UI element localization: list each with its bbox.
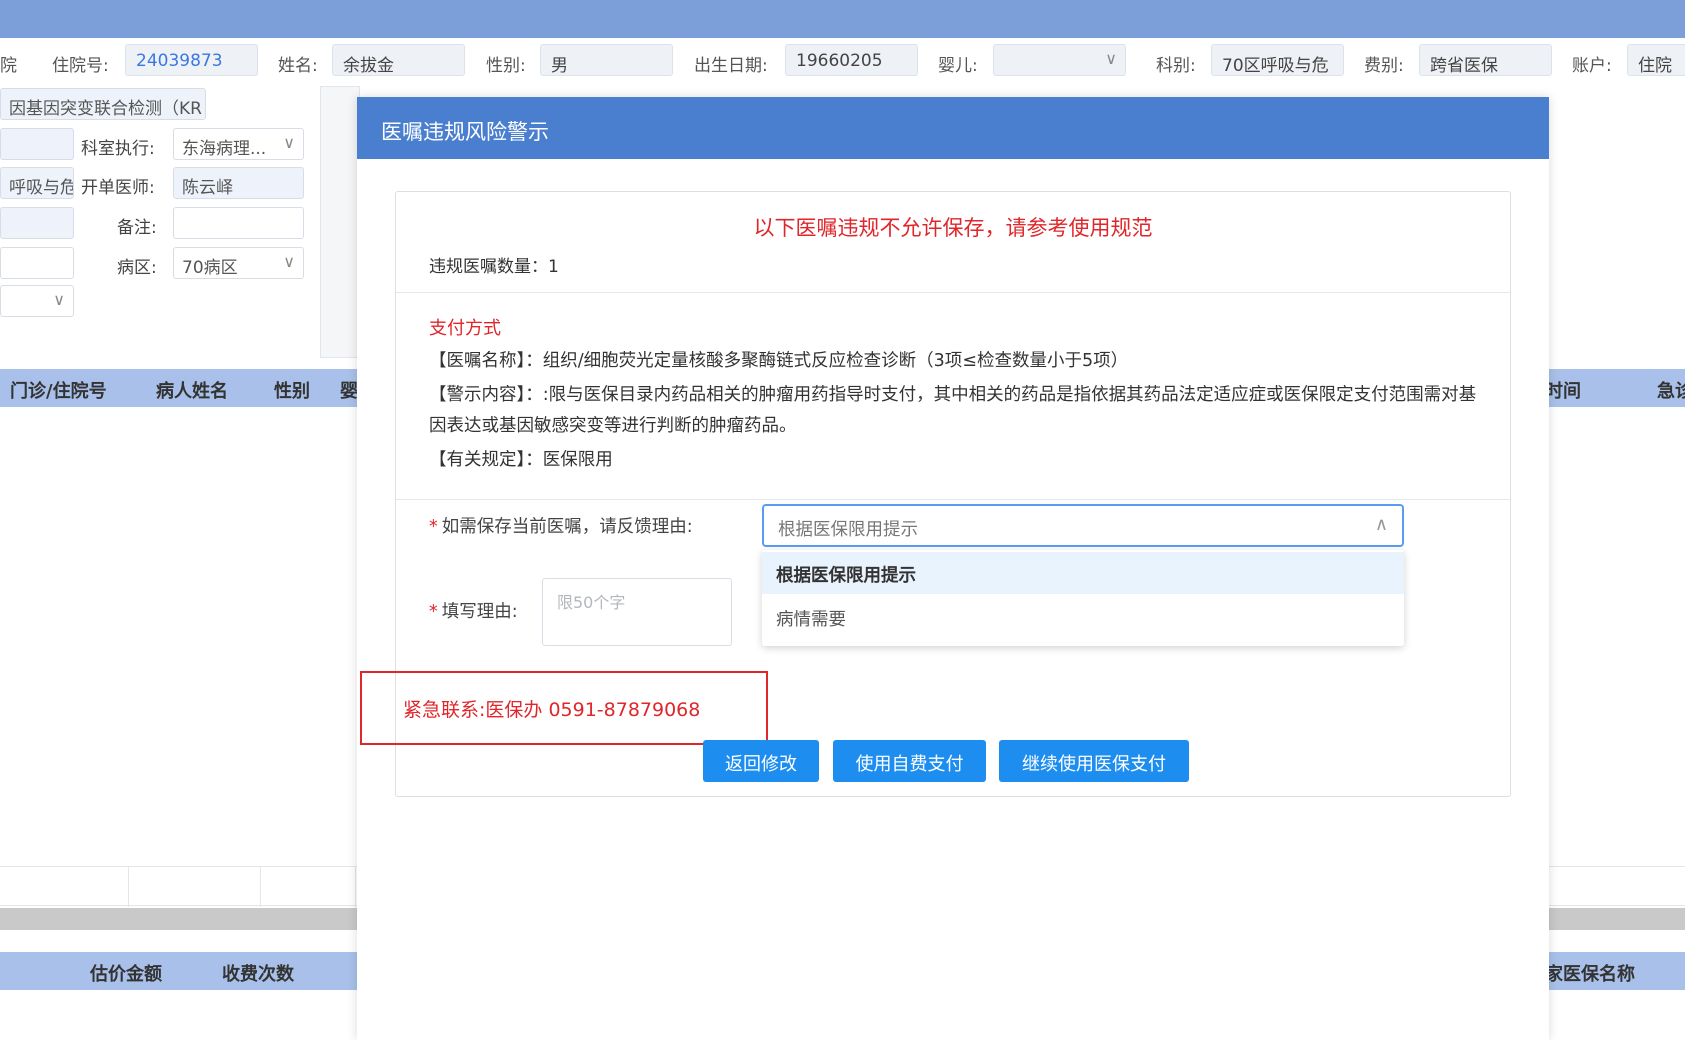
exec-label: 科室执行: — [81, 139, 155, 159]
count-value: 1 — [548, 257, 559, 277]
divider — [396, 292, 1510, 293]
test-name-field[interactable]: 因基因突变联合检测（KR — [0, 88, 206, 120]
remark-label: 备注: — [117, 218, 157, 238]
gender-field[interactable]: 男 — [540, 44, 673, 76]
reason-placeholder: 限50个字 — [557, 593, 626, 612]
col-emergency[interactable]: 急诊 — [1657, 377, 1685, 403]
option-insurance-hint[interactable]: 根据医保限用提示 — [762, 552, 1404, 594]
rule-label: 【有关规定】： — [429, 450, 543, 470]
reason-text-label: * 填写理由: — [429, 602, 518, 622]
exec-select[interactable]: 东海病理... ∨ — [173, 128, 304, 160]
option-condition-needed[interactable]: 病情需要 — [762, 596, 1404, 638]
blank-field-1[interactable] — [0, 128, 74, 160]
col-admission[interactable]: 门诊/住院号 — [10, 377, 107, 403]
chevron-down-icon: ∨ — [283, 252, 295, 271]
order-name-label: 【医嘱名称】： — [429, 351, 543, 371]
gender-label: 性别: — [486, 56, 526, 76]
divider — [396, 499, 1510, 500]
dept-field[interactable]: 70区呼吸与危 — [1211, 44, 1344, 76]
blank-field-2[interactable] — [0, 207, 74, 239]
count-label: 违规医嘱数量： — [429, 257, 548, 277]
reason-select[interactable]: 根据医保限用提示 ∧ — [762, 504, 1404, 547]
name-field[interactable]: 余拔金 — [332, 44, 465, 76]
rule-line: 【有关规定】：医保限用 — [429, 445, 1489, 476]
continue-insurance-button[interactable]: 继续使用医保支付 — [999, 740, 1189, 782]
dept-fragment: 院 — [0, 56, 17, 76]
name-label: 姓名: — [278, 56, 318, 76]
fee-field[interactable]: 跨省医保 — [1419, 44, 1552, 76]
admission-label: 住院号: — [52, 56, 109, 76]
required-mark: * — [429, 517, 438, 537]
col-insurance-name[interactable]: 家医保名称 — [1545, 960, 1635, 986]
exec-value: 东海病理... — [182, 139, 267, 159]
risk-warning-dialog: 医嘱违规风险警示 以下医嘱违规不允许保存，请参考使用规范 违规医嘱数量：1 支付… — [357, 97, 1549, 1040]
ward-select[interactable]: 70病区 ∨ — [173, 247, 304, 279]
order-name-line: 【医嘱名称】：组织/细胞荧光定量核酸多聚酶链式反应检查诊断（3项≤检查数量小于5… — [429, 346, 1489, 377]
admission-no-field[interactable]: 24039873 — [125, 44, 258, 76]
doctor-field[interactable]: 陈云峄 — [173, 167, 304, 199]
chevron-down-icon: ∨ — [283, 133, 295, 152]
dialog-title: 医嘱违规风险警示 — [381, 120, 549, 144]
dialog-header: 医嘱违规风险警示 — [357, 97, 1549, 159]
self-pay-button[interactable]: 使用自费支付 — [833, 740, 986, 782]
col-estimated-amount[interactable]: 估价金额 — [90, 960, 162, 986]
infant-label: 婴儿: — [938, 56, 978, 76]
chevron-down-icon: ∨ — [53, 290, 65, 309]
chevron-down-icon: ∨ — [1105, 49, 1117, 68]
blank-select[interactable]: ∨ — [0, 285, 74, 317]
order-name: 组织/细胞荧光定量核酸多聚酶链式反应检查诊断（3项≤检查数量小于5项） — [542, 351, 1129, 371]
col-patient-name[interactable]: 病人姓名 — [156, 377, 228, 403]
col-infant[interactable]: 婴 — [340, 377, 358, 403]
dept-fragment-field[interactable]: 呼吸与危 — [0, 167, 74, 199]
birth-field[interactable]: 19660205 — [785, 44, 918, 76]
ward-value: 70病区 — [182, 258, 238, 278]
dept-label: 科别: — [1156, 56, 1196, 76]
required-mark: * — [429, 602, 438, 622]
reason-textarea[interactable]: 限50个字 — [542, 578, 732, 646]
col-charge-count[interactable]: 收费次数 — [222, 960, 294, 986]
chevron-up-icon: ∧ — [1374, 514, 1388, 535]
reason-select-value: 根据医保限用提示 — [778, 520, 918, 540]
warn-content-line: 【警示内容】：:限与医保目录内药品相关的肿瘤用药指导时支付，其中相关的药品是指依… — [429, 380, 1489, 442]
warning-title: 以下医嘱违规不允许保存，请参考使用规范 — [753, 216, 1153, 240]
violation-count: 违规医嘱数量：1 — [429, 252, 559, 277]
col-gender[interactable]: 性别 — [274, 377, 310, 403]
account-field[interactable]: 住院 — [1627, 44, 1685, 76]
section-title: 支付方式 — [429, 318, 501, 339]
fee-label: 费别: — [1364, 56, 1404, 76]
ward-label: 病区: — [117, 258, 157, 278]
reason-dropdown: 根据医保限用提示 病情需要 — [762, 550, 1404, 646]
warn-content: :限与医保目录内药品相关的肿瘤用药指导时支付，其中相关的药品是指依据其药品法定适… — [429, 385, 1477, 436]
rule: 医保限用 — [542, 450, 613, 470]
emergency-contact: 紧急联系:医保办 0591-87879068 — [403, 699, 701, 721]
account-label: 账户: — [1572, 56, 1612, 76]
app-top-bar — [0, 0, 1685, 38]
infant-select[interactable]: ∨ — [993, 44, 1126, 76]
birth-label: 出生日期: — [694, 56, 768, 76]
side-panel — [320, 86, 360, 358]
doctor-label: 开单医师: — [81, 178, 155, 198]
blank-field-3[interactable] — [0, 247, 74, 279]
patient-info-row: 院 住院号: 24039873 姓名: 余拔金 性别: 男 出生日期: 1966… — [0, 44, 1685, 78]
back-modify-button[interactable]: 返回修改 — [703, 740, 819, 782]
col-time[interactable]: 时间 — [1545, 377, 1581, 403]
reason-select-label: * 如需保存当前医嘱，请反馈理由: — [429, 517, 693, 537]
remark-field[interactable] — [173, 207, 304, 239]
warn-content-label: 【警示内容】： — [429, 385, 543, 405]
